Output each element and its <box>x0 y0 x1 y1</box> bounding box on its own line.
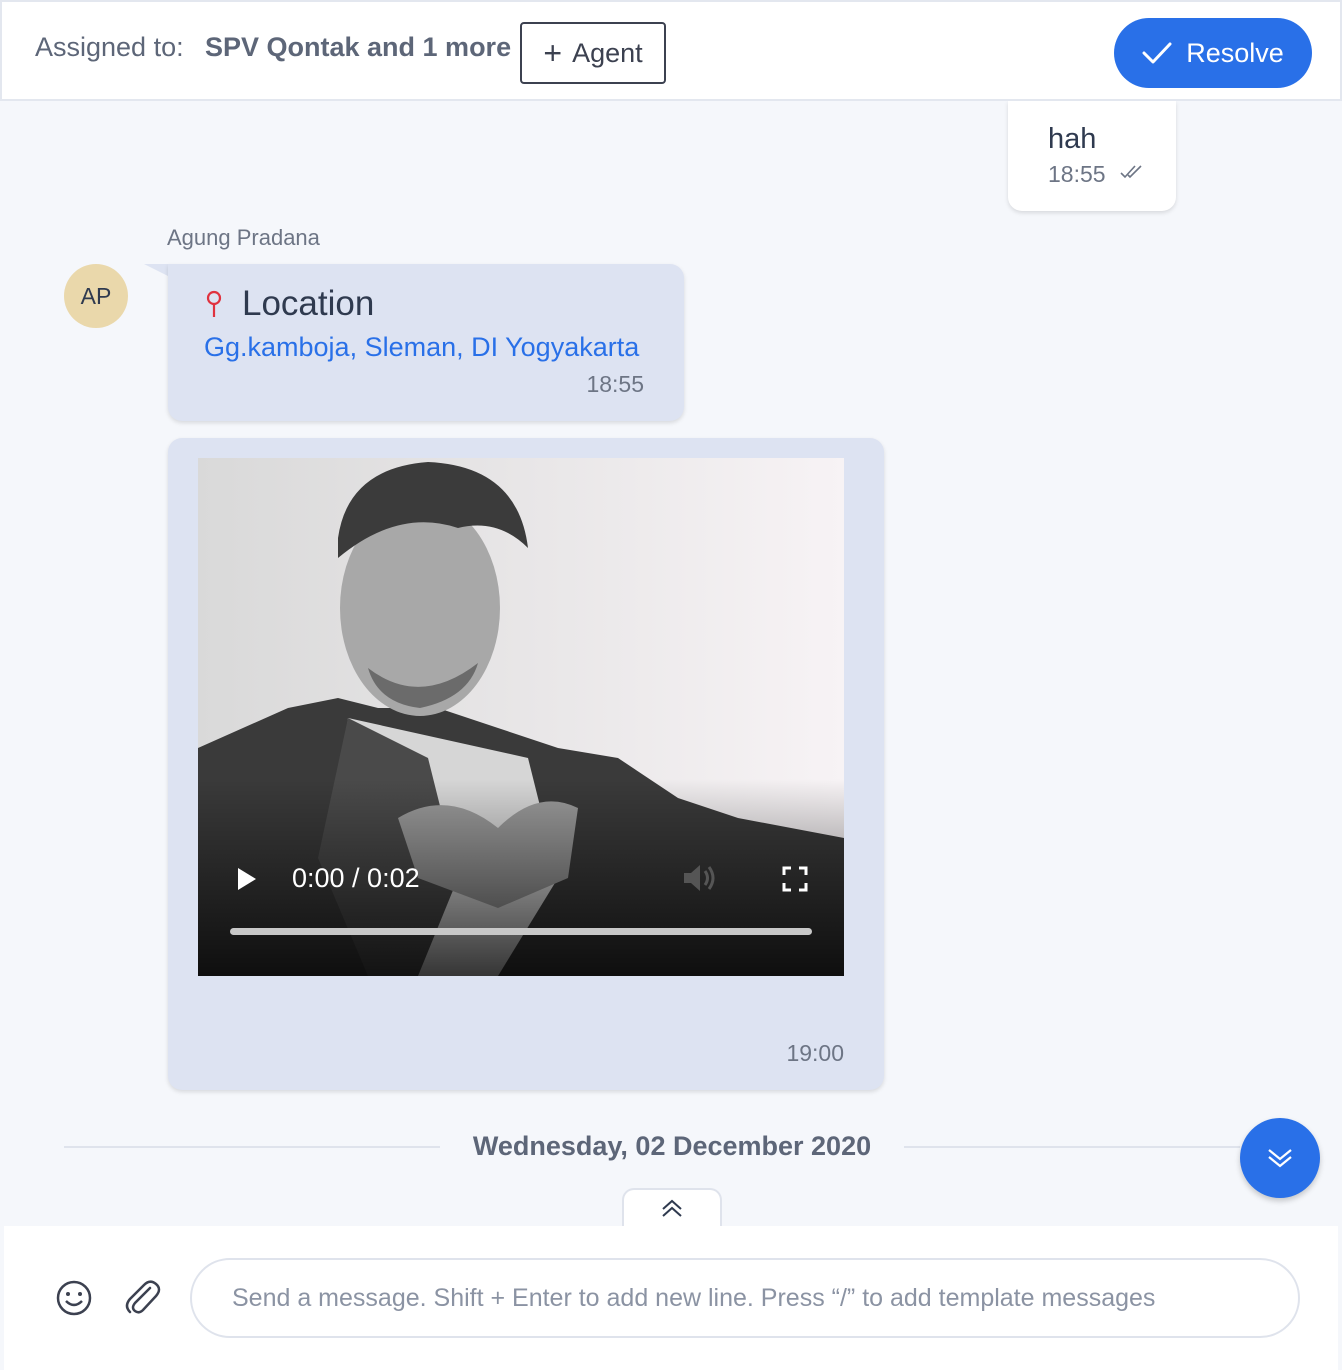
video-message: 0:00 / 0:02 19:00 <box>168 438 884 1090</box>
check-icon <box>1142 42 1172 64</box>
paperclip-icon[interactable] <box>122 1276 162 1318</box>
load-more-button[interactable] <box>622 1188 722 1226</box>
location-message: Location Gg.kamboja, Sleman, DI Yogyakar… <box>168 264 684 421</box>
message-time: 19:00 <box>786 1040 844 1066</box>
bubble-tail <box>144 264 168 276</box>
emoji-icon[interactable] <box>54 1278 94 1318</box>
sender-name: Agung Pradana <box>167 225 320 250</box>
double-chevron-down-icon <box>1268 1149 1292 1168</box>
avatar: AP <box>64 264 128 328</box>
double-check-icon <box>1120 165 1142 179</box>
resolve-button[interactable]: Resolve <box>1114 18 1312 88</box>
assigned-label: Assigned to: <box>35 32 184 62</box>
video-thumbnail <box>198 458 844 976</box>
message-input[interactable] <box>190 1258 1300 1338</box>
video-progress-bar[interactable] <box>230 928 812 935</box>
volume-icon[interactable] <box>682 862 718 894</box>
video-current-time: 0:00 / 0:02 <box>292 863 420 893</box>
video-player[interactable]: 0:00 / 0:02 <box>198 458 844 976</box>
assigned-agents[interactable]: SPV Qontak and 1 more <box>205 32 511 63</box>
date-separator: Wednesday, 02 December 2020 <box>472 1131 872 1161</box>
message-time: 18:55 <box>1048 161 1106 187</box>
message-text: hah <box>1048 123 1097 155</box>
message-time: 18:55 <box>586 371 644 397</box>
divider <box>64 1146 440 1148</box>
chat-area[interactable]: hah 18:55 Agung Pradana AP Location Gg.k… <box>4 101 1338 1226</box>
location-pin-icon <box>206 290 222 317</box>
fullscreen-icon[interactable] <box>782 866 808 892</box>
play-icon[interactable] <box>236 866 258 892</box>
avatar-initials: AP <box>80 282 112 309</box>
location-title: Location <box>242 284 375 323</box>
double-chevron-up-icon <box>662 1199 682 1217</box>
scroll-to-bottom-button[interactable] <box>1240 1118 1320 1198</box>
outgoing-message: hah 18:55 <box>1008 101 1176 211</box>
divider <box>904 1146 1240 1148</box>
conversation-header: Assigned to: SPV Qontak and 1 more + Age… <box>0 0 1342 101</box>
plus-icon: + <box>543 35 563 71</box>
resolve-label: Resolve <box>1186 37 1284 68</box>
add-agent-button[interactable]: + Agent <box>520 22 666 84</box>
message-composer <box>4 1226 1338 1370</box>
add-agent-label: Agent <box>572 37 643 68</box>
location-address-link[interactable]: Gg.kamboja, Sleman, DI Yogyakarta <box>204 332 639 363</box>
